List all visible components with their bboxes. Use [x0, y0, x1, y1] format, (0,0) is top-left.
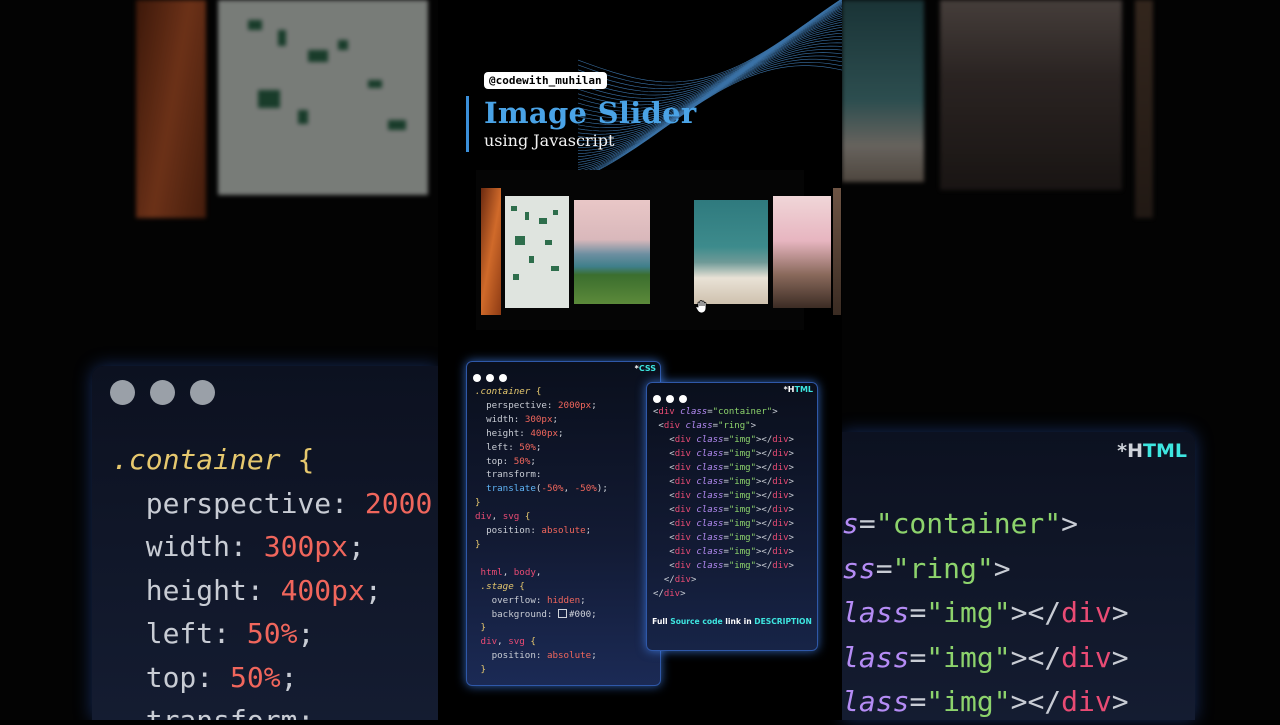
page-title: Image Slider	[484, 96, 697, 130]
slide-record-player[interactable]	[773, 196, 831, 308]
slide-clouds[interactable]	[694, 200, 768, 304]
bg-html-code: s="container"> ss="ring"> lass="img"></d…	[842, 507, 1129, 718]
window-dots	[473, 367, 512, 386]
css-code-card: *CSS .container { perspective: 2000px; w…	[466, 361, 661, 686]
bg-slide-record	[940, 0, 1122, 190]
title-accent-bar	[466, 96, 469, 152]
bg-slide-circuit-board	[218, 0, 428, 195]
html-tag: *HTML	[783, 385, 813, 394]
window-dots	[110, 380, 230, 409]
background-left: .container { perspective: 2000 width: 30…	[0, 0, 438, 720]
css-code: .container { perspective: 2000px; width:…	[475, 386, 608, 676]
bg-slide-clouds	[842, 0, 924, 182]
author-handle: @codewith_muhilan	[484, 72, 607, 89]
bg-html-tag: *HTML	[1117, 440, 1187, 462]
html-code-card: *HTML <div class="container"> <div class…	[646, 382, 818, 651]
html-code: <div class="container"> <div class="ring…	[653, 407, 794, 599]
grab-hand-icon	[695, 300, 707, 314]
bg-slide-orange	[136, 0, 206, 218]
bg-css-code: .container { perspective: 2000 width: 30…	[112, 443, 433, 720]
bg-css-card: .container { perspective: 2000 width: 30…	[92, 366, 438, 720]
slide-circuit-board[interactable]	[505, 196, 569, 308]
slide-seaside-cliff[interactable]	[574, 200, 650, 304]
slide-orange-texture[interactable]	[481, 188, 501, 315]
css-tag: *CSS	[634, 364, 656, 373]
image-slider[interactable]	[476, 170, 841, 330]
source-code-note: Full Source code link in DESCRIPTION	[652, 617, 812, 626]
main-panel: @codewith_muhilan Image Slider using Jav…	[438, 0, 842, 720]
bg-html-card: *HTML s="container"> ss="ring"> lass="im…	[842, 432, 1195, 720]
slide-edge[interactable]	[833, 188, 841, 315]
page-subtitle: using Javascript	[484, 131, 615, 150]
bg-slide-edge	[1135, 0, 1153, 218]
